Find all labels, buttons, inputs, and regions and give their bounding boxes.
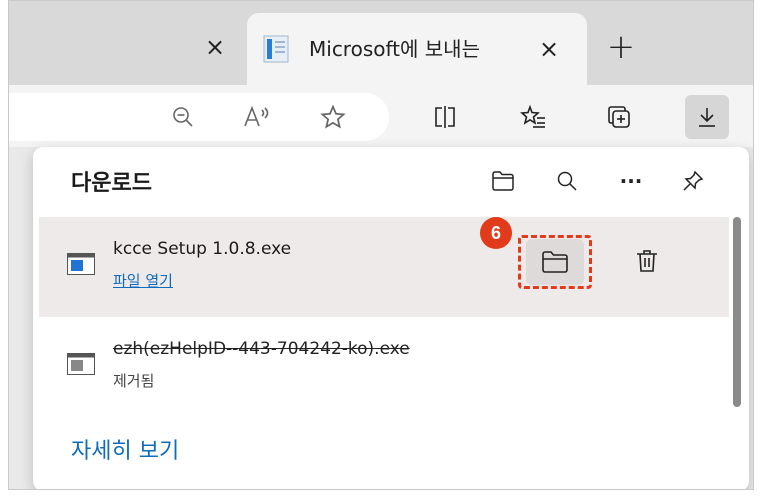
show-in-folder-button[interactable] (516, 233, 594, 291)
tab-close-button[interactable]: × (529, 29, 569, 69)
favorite-star-icon[interactable] (311, 95, 355, 139)
open-file-link[interactable]: 파일 열기 (113, 270, 173, 291)
downloads-header: 다운로드 ··· (33, 147, 749, 217)
highlight-box (518, 235, 592, 289)
new-tab-button[interactable]: + (599, 25, 643, 69)
document-favicon-icon (263, 35, 289, 63)
scrollbar[interactable] (733, 217, 741, 407)
step-badge: 6 (480, 217, 512, 249)
previous-tab-close-button[interactable]: × (195, 27, 235, 67)
downloads-button[interactable] (685, 95, 729, 139)
downloads-panel: 다운로드 ··· kcce Setup 1.0.8.exe 파일 열기 6 ez… (33, 147, 749, 489)
open-downloads-folder-icon[interactable] (481, 159, 525, 203)
more-options-icon[interactable]: ··· (609, 159, 653, 203)
exe-file-icon (67, 353, 95, 375)
trash-icon (637, 250, 657, 272)
delete-button[interactable] (625, 239, 669, 283)
collections-icon[interactable] (597, 95, 641, 139)
download-icon (699, 108, 715, 127)
toolbar (9, 85, 753, 147)
download-file-name: ezh(ezHelpID--443-704242-ko).exe (113, 339, 410, 359)
active-tab[interactable]: Microsoft에 보내는 × (247, 13, 587, 87)
download-status: 제거됨 (113, 372, 155, 390)
read-aloud-icon[interactable] (235, 95, 279, 139)
tab-title-fade (483, 31, 529, 67)
favorites-list-icon[interactable] (511, 95, 555, 139)
search-icon[interactable] (545, 159, 589, 203)
see-more-link[interactable]: 자세히 보기 (71, 433, 179, 465)
pin-icon[interactable] (671, 159, 715, 203)
download-item[interactable]: ezh(ezHelpID--443-704242-ko).exe 제거됨 (39, 317, 729, 417)
zoom-out-icon[interactable] (161, 95, 205, 139)
download-item[interactable]: kcce Setup 1.0.8.exe 파일 열기 6 (39, 217, 729, 317)
download-file-name: kcce Setup 1.0.8.exe (113, 239, 292, 259)
browser-window: × Microsoft에 보내는 × + 다운로드 ··· kcce Setup… (8, 0, 754, 490)
split-screen-icon[interactable] (423, 95, 467, 139)
tab-strip: × Microsoft에 보내는 × + (9, 1, 753, 87)
downloads-title: 다운로드 (71, 171, 152, 196)
more-icon: ··· (619, 169, 643, 193)
exe-file-icon (67, 253, 95, 275)
